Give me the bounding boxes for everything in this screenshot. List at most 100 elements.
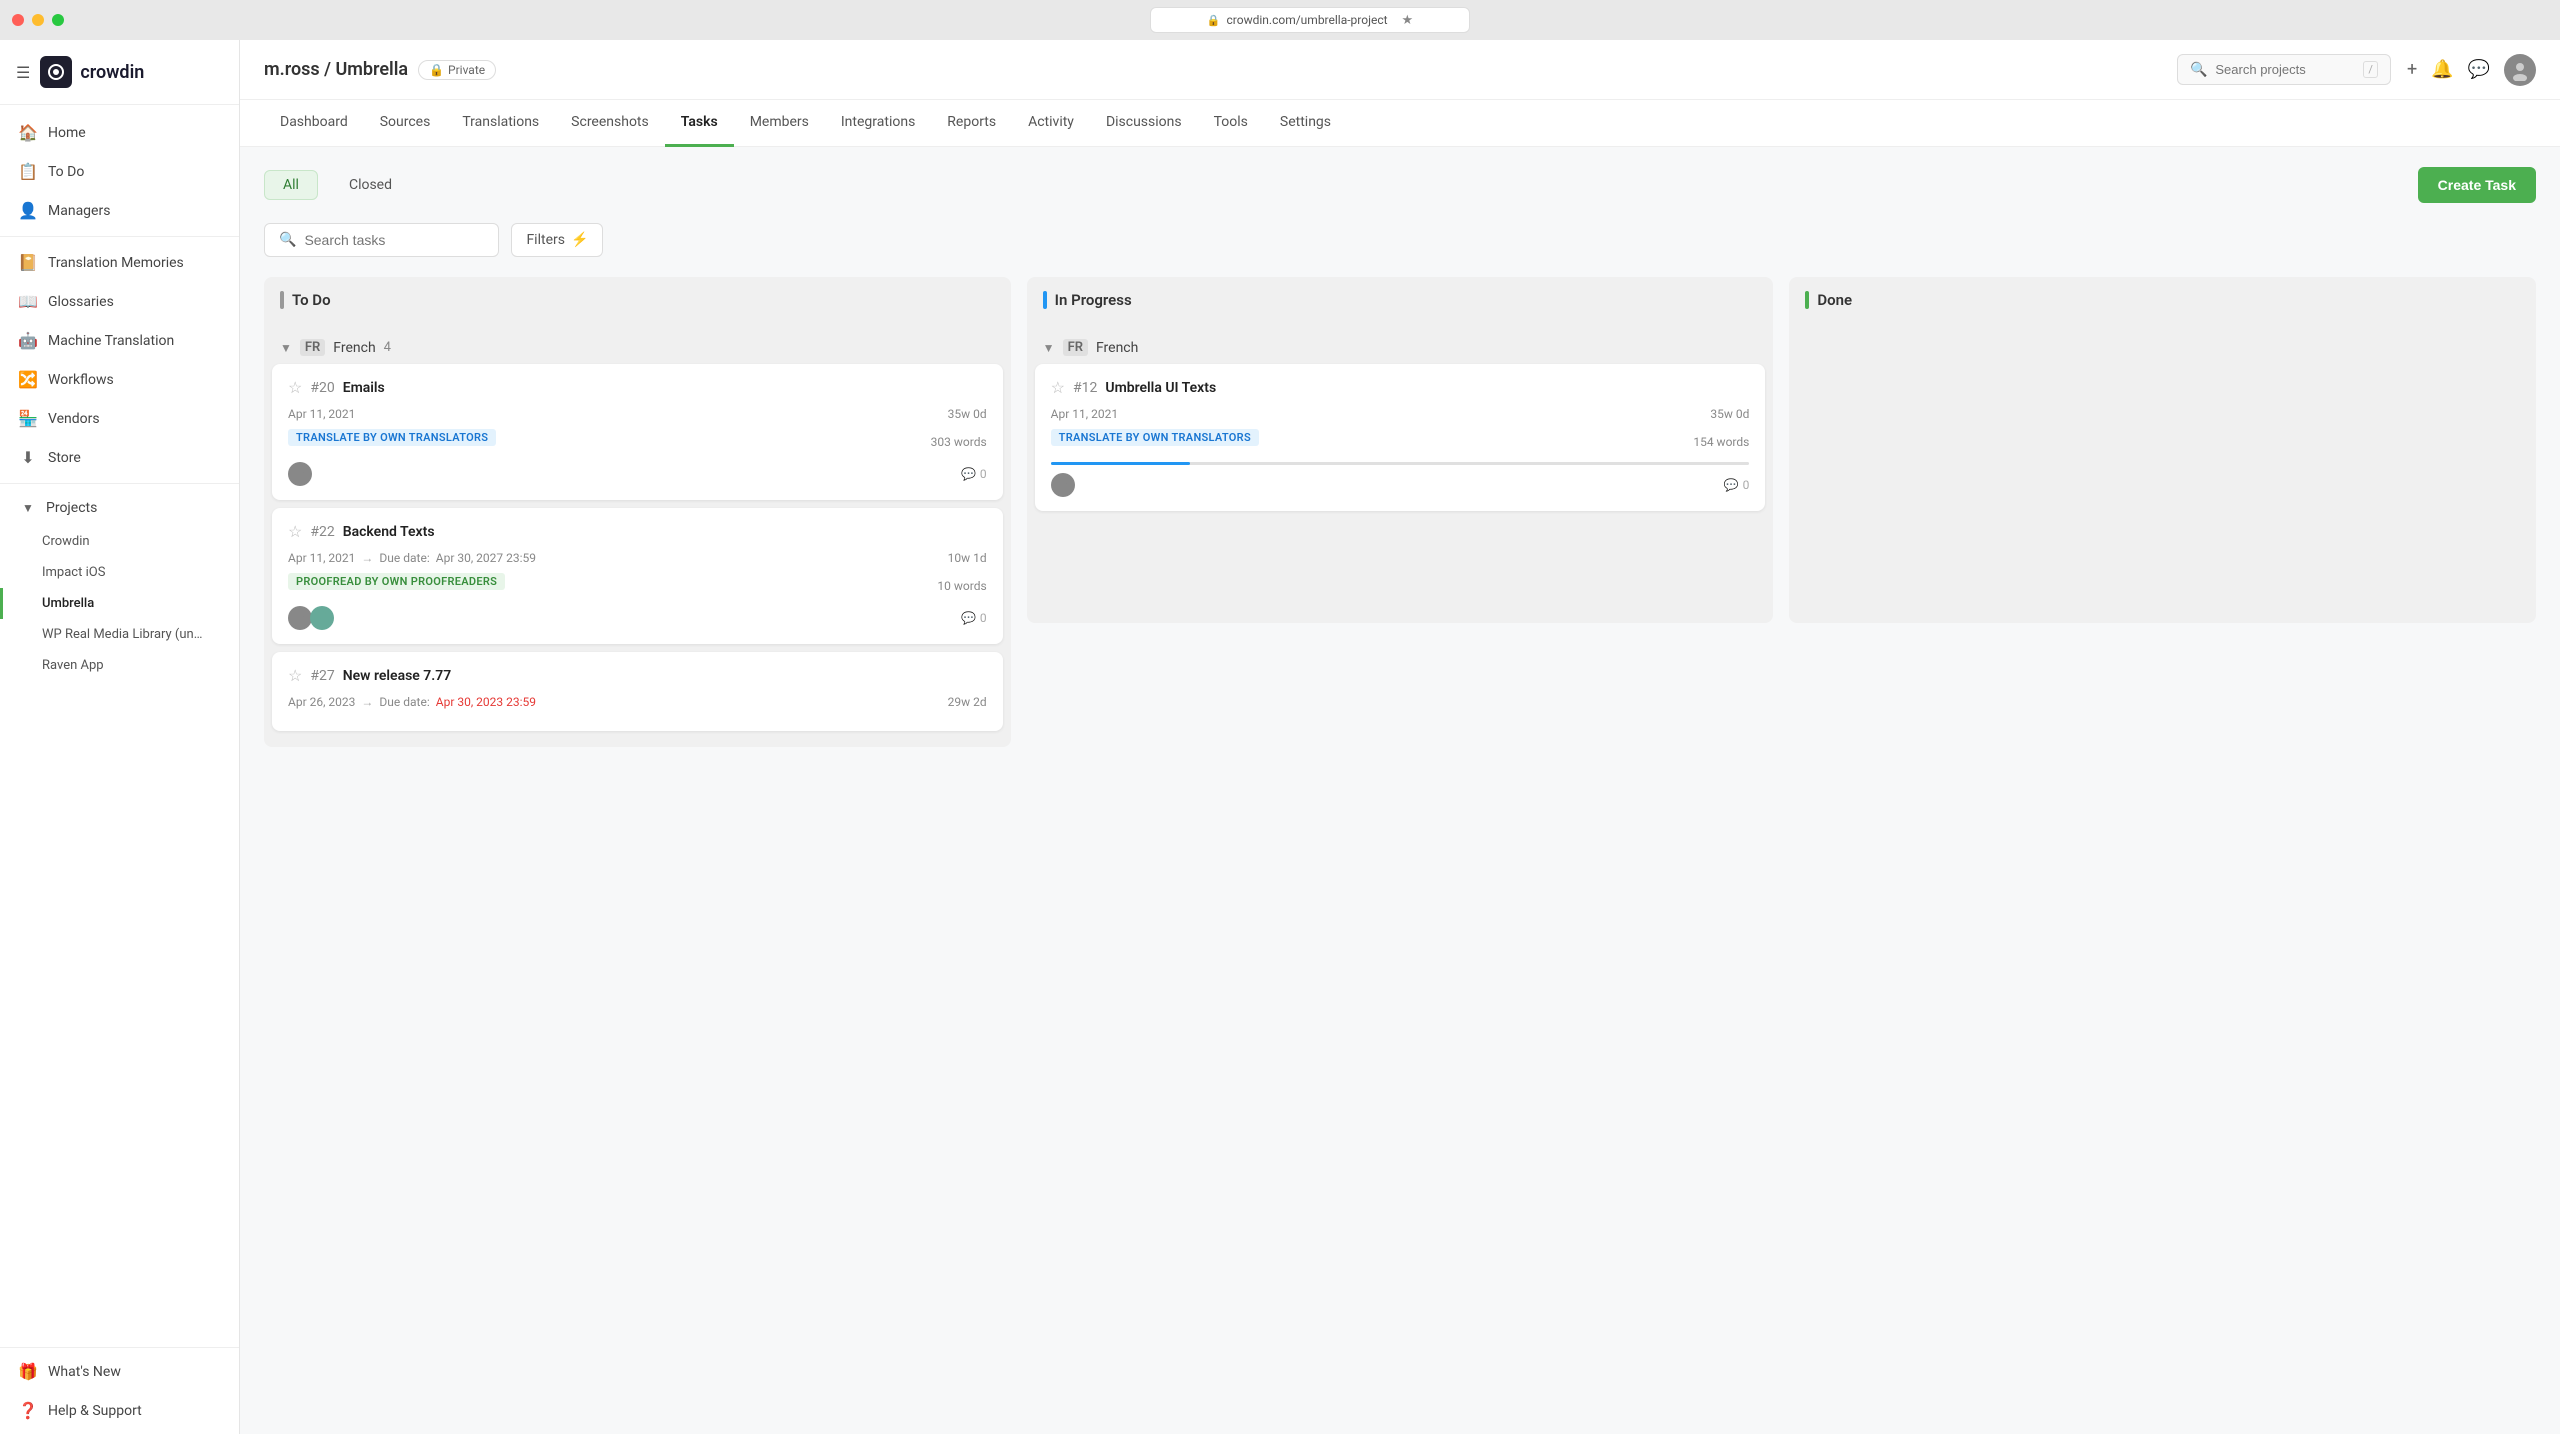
task-star-ui[interactable]: ☆ — [1051, 378, 1065, 397]
task-search-input[interactable] — [304, 232, 484, 248]
task-time-release: 29w 2d — [948, 695, 987, 709]
sidebar-item-home[interactable]: 🏠 Home — [0, 113, 239, 152]
kanban-col-todo: To Do ▼ FR French 4 — [264, 277, 1011, 777]
task-star-release[interactable]: ☆ — [288, 666, 302, 685]
project-path: m.ross / Umbrella — [264, 59, 408, 80]
comment-count-ui: 0 — [1743, 478, 1750, 492]
task-card-emails[interactable]: ☆ #20 Emails Apr 11, 2021 35w 0d TRANSLA… — [272, 364, 1003, 500]
project-impact-ios-label: Impact iOS — [42, 565, 105, 580]
sidebar-item-mt-label: Machine Translation — [48, 333, 174, 349]
tab-discussions[interactable]: Discussions — [1090, 100, 1198, 147]
task-due-release: Apr 30, 2023 23:59 — [436, 695, 536, 709]
machine-translation-icon: 🤖 — [18, 331, 38, 350]
tab-members[interactable]: Members — [734, 100, 825, 147]
task-card-backend[interactable]: ☆ #22 Backend Texts Apr 11, 2021 → Due d… — [272, 508, 1003, 644]
tab-tasks[interactable]: Tasks — [665, 100, 734, 147]
task-comments-emails: 💬 0 — [961, 467, 987, 481]
task-assignees-backend — [288, 606, 334, 630]
traffic-light-yellow[interactable] — [32, 14, 44, 26]
sidebar: ☰ crowdin 🏠 Home 📋 To Do — [0, 40, 240, 1434]
lang-group-header-progress[interactable]: ▼ FR French — [1035, 331, 1766, 364]
task-star-backend[interactable]: ☆ — [288, 522, 302, 541]
project-title: m.ross / Umbrella 🔒 Private — [264, 59, 496, 80]
sidebar-item-translation-memories[interactable]: 📔 Translation Memories — [0, 243, 239, 282]
comment-icon-ui: 💬 — [1724, 478, 1739, 492]
project-raven-label: Raven App — [42, 658, 104, 673]
sidebar-item-workflows[interactable]: 🔀 Workflows — [0, 360, 239, 399]
logo: crowdin — [40, 56, 144, 88]
task-number-emails: #20 — [310, 380, 334, 396]
sidebar-project-impact-ios[interactable]: Impact iOS — [0, 557, 239, 588]
notifications-icon[interactable]: 🔔 — [2431, 59, 2453, 80]
task-words-backend: 10 words — [937, 579, 986, 593]
sidebar-bottom: 🎁 What's New ❓ Help & Support — [0, 1347, 239, 1434]
sidebar-project-crowdin[interactable]: Crowdin — [0, 526, 239, 557]
task-name-release: New release 7.77 — [343, 668, 452, 684]
task-name-backend: Backend Texts — [343, 524, 435, 540]
tab-screenshots[interactable]: Screenshots — [555, 100, 665, 147]
tasks-area: All Closed Create Task 🔍 Filters ⚡ — [240, 147, 2560, 1434]
sidebar-project-umbrella[interactable]: Umbrella — [0, 588, 239, 619]
task-card-release[interactable]: ☆ #27 New release 7.77 Apr 26, 2023 → Du… — [272, 652, 1003, 731]
comment-count-emails: 0 — [980, 467, 987, 481]
search-filter-row: 🔍 Filters ⚡ — [264, 223, 2536, 257]
task-date-backend: Apr 11, 2021 — [288, 551, 355, 565]
sidebar-item-whats-new[interactable]: 🎁 What's New — [0, 1352, 239, 1391]
user-avatar[interactable] — [2504, 54, 2536, 86]
header-search[interactable]: 🔍 / — [2177, 54, 2391, 85]
traffic-light-red[interactable] — [12, 14, 24, 26]
filter-all[interactable]: All — [264, 170, 318, 200]
address-bar[interactable]: 🔒 crowdin.com/umbrella-project ★ — [1150, 7, 1470, 33]
sidebar-item-store[interactable]: ⬇ Store — [0, 438, 239, 477]
due-label-backend: Due date: — [379, 551, 429, 565]
lock-badge-icon: 🔒 — [429, 63, 444, 77]
traffic-light-green[interactable] — [52, 14, 64, 26]
lang-group-header[interactable]: ▼ FR French 4 — [272, 331, 1003, 364]
task-assignees-ui — [1051, 473, 1075, 497]
sidebar-item-managers[interactable]: 👤 Managers — [0, 191, 239, 230]
browser-top-bar: 🔒 crowdin.com/umbrella-project ★ — [0, 0, 2560, 40]
sidebar-item-vendors[interactable]: 🏪 Vendors — [0, 399, 239, 438]
task-due-backend: Apr 30, 2027 23:59 — [436, 551, 536, 565]
task-card-header-release: ☆ #27 New release 7.77 — [288, 666, 987, 685]
tab-sources[interactable]: Sources — [364, 100, 447, 147]
assignee-avatar-1 — [288, 462, 312, 486]
col-body-done — [1789, 323, 2536, 623]
col-header-in-progress: In Progress — [1027, 277, 1774, 323]
chat-icon[interactable]: 💬 — [2468, 59, 2490, 80]
task-name-ui: Umbrella UI Texts — [1105, 380, 1216, 396]
create-task-button[interactable]: Create Task — [2418, 167, 2536, 203]
task-card-header-backend: ☆ #22 Backend Texts — [288, 522, 987, 541]
tab-settings[interactable]: Settings — [1264, 100, 1347, 147]
sidebar-item-help-support[interactable]: ❓ Help & Support — [0, 1391, 239, 1430]
task-number-ui: #12 — [1073, 380, 1097, 396]
projects-section-header[interactable]: ▼ Projects — [0, 490, 239, 526]
tab-activity[interactable]: Activity — [1012, 100, 1090, 147]
managers-icon: 👤 — [18, 201, 38, 220]
sidebar-project-raven-app[interactable]: Raven App — [0, 650, 239, 681]
tab-integrations[interactable]: Integrations — [825, 100, 931, 147]
header-icons: + 🔔 💬 — [2407, 54, 2536, 86]
sidebar-item-todo[interactable]: 📋 To Do — [0, 152, 239, 191]
hamburger-menu[interactable]: ☰ — [16, 63, 30, 82]
tab-tools[interactable]: Tools — [1198, 100, 1264, 147]
header-search-input[interactable] — [2215, 62, 2355, 77]
add-icon[interactable]: + — [2407, 59, 2417, 80]
lang-name: French — [333, 340, 375, 356]
task-search-icon: 🔍 — [279, 232, 296, 248]
tab-translations[interactable]: Translations — [446, 100, 555, 147]
filter-closed[interactable]: Closed — [330, 170, 411, 200]
task-star-emails[interactable]: ☆ — [288, 378, 302, 397]
bookmark-icon[interactable]: ★ — [1402, 13, 1414, 28]
filters-button[interactable]: Filters ⚡ — [511, 223, 603, 257]
task-search[interactable]: 🔍 — [264, 223, 499, 257]
project-crowdin-label: Crowdin — [42, 534, 90, 549]
task-card-umbrella-ui[interactable]: ☆ #12 Umbrella UI Texts Apr 11, 2021 35w… — [1035, 364, 1766, 511]
tab-dashboard[interactable]: Dashboard — [264, 100, 364, 147]
sidebar-item-glossaries[interactable]: 📖 Glossaries — [0, 282, 239, 321]
task-time-emails: 35w 0d — [948, 407, 987, 421]
sidebar-item-machine-translation[interactable]: 🤖 Machine Translation — [0, 321, 239, 360]
tab-reports[interactable]: Reports — [931, 100, 1012, 147]
sidebar-project-wp-real-media[interactable]: WP Real Media Library (un… — [0, 619, 239, 650]
assignee-avatar-ui — [1051, 473, 1075, 497]
